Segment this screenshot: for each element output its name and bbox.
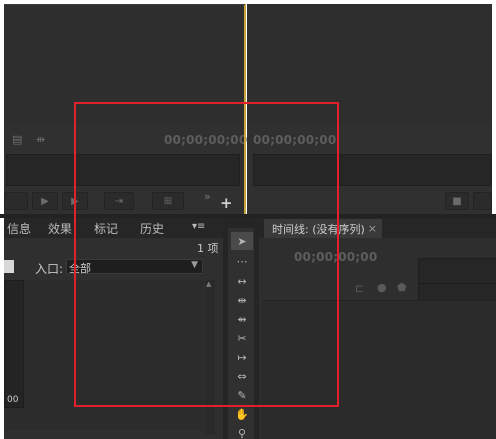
timeline-ruler-line [418,283,496,284]
tab-effects-label: 效果 [47,221,72,236]
monitor-top-accent [4,4,245,5]
settings-icon[interactable]: ⬟ [397,281,407,294]
clip-thumbnail[interactable]: 00 [4,280,24,408]
frames-icon[interactable]: ▤ [12,133,24,146]
play-button[interactable]: ▶ [32,192,58,210]
add-marker-icon[interactable]: ● [377,281,387,294]
zoom-tool-icon[interactable]: ⚲ [231,424,253,439]
snap-icon[interactable]: ⊏ [355,282,364,295]
program-lift-button[interactable]: ■ [445,192,469,210]
tab-info[interactable]: 信息 [4,218,34,238]
program-export-button[interactable] [473,192,492,210]
tab-info-label: 信息 [6,221,31,236]
step-back-button[interactable] [4,192,28,210]
highlight-rectangle [74,102,339,407]
hand-tool-icon[interactable]: ✋ [231,405,253,423]
tab-effects[interactable]: 效果 [42,218,78,238]
marker-icon[interactable]: ⇻ [36,133,50,146]
timeline-ruler[interactable] [418,258,496,300]
color-swatch[interactable] [4,260,14,273]
in-label: 入口: [35,262,64,276]
clip-thumbnail-label: 00 [7,395,19,405]
close-icon[interactable]: × [368,222,377,235]
